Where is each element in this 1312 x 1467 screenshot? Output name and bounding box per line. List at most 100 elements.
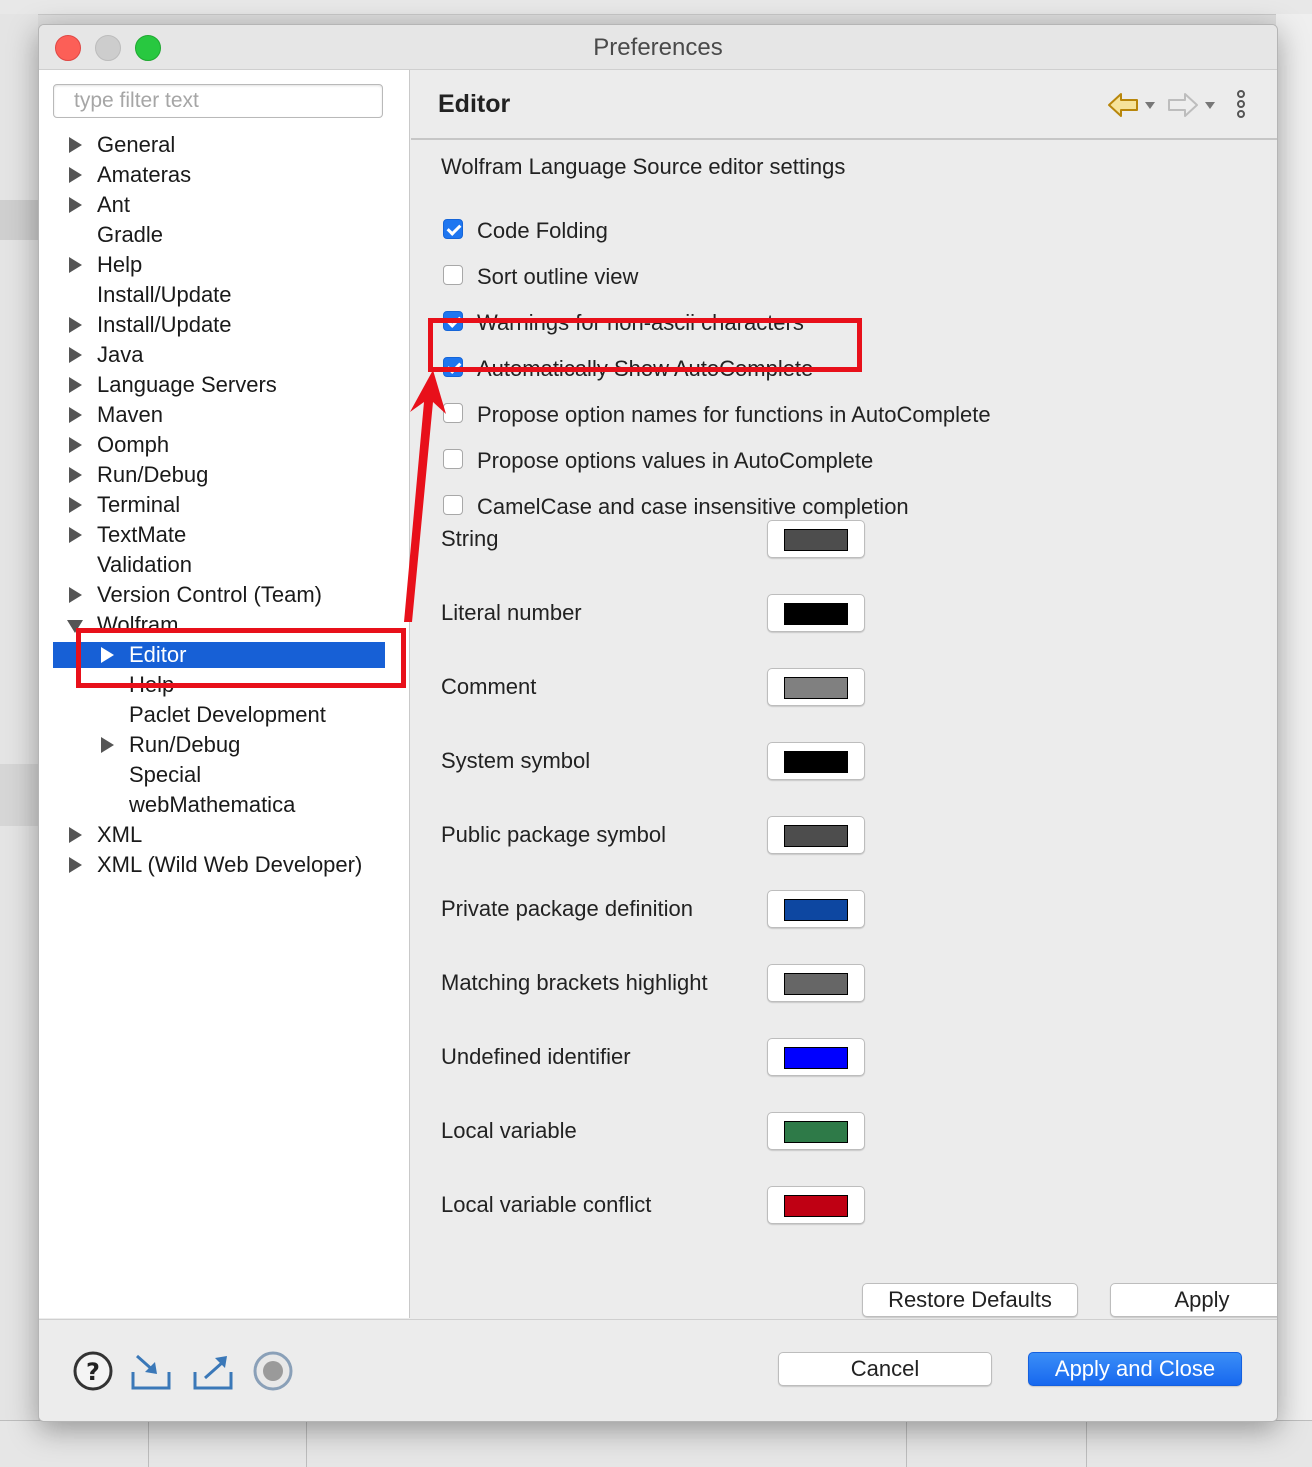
tree-item-label: Oomph: [97, 432, 170, 457]
color-swatch: [784, 1121, 848, 1143]
color-picker-button[interactable]: [767, 816, 865, 854]
export-icon[interactable]: [191, 1350, 235, 1392]
page-title: Editor: [438, 90, 511, 118]
tree-item-label: Run/Debug: [129, 732, 241, 757]
color-setting-label: Local variable conflict: [441, 1192, 652, 1217]
color-swatch: [784, 899, 848, 921]
apply-and-close-button[interactable]: Apply and Close: [1028, 1352, 1242, 1386]
ide-bottom-bar: [0, 1420, 1312, 1467]
expand-triangle-icon[interactable]: [69, 827, 82, 843]
back-dropdown-icon[interactable]: [1145, 102, 1155, 109]
expand-triangle-icon[interactable]: [69, 857, 82, 873]
checkbox-checked[interactable]: [443, 219, 463, 239]
expand-triangle-icon[interactable]: [69, 377, 82, 393]
view-menu-icon[interactable]: [1237, 90, 1247, 122]
tree-item-label: Ant: [97, 192, 131, 217]
expand-triangle-icon[interactable]: [69, 497, 82, 513]
expand-triangle-icon[interactable]: [69, 137, 82, 153]
cancel-button[interactable]: Cancel: [778, 1352, 992, 1386]
import-icon[interactable]: [129, 1350, 173, 1392]
color-picker-button[interactable]: [767, 1038, 865, 1076]
restore-defaults-button[interactable]: Restore Defaults: [862, 1283, 1078, 1317]
expand-triangle-icon[interactable]: [69, 347, 82, 363]
tree-item-label: Validation: [97, 552, 192, 577]
tree-item-label: General: [97, 132, 176, 157]
tree-item-label: Terminal: [97, 492, 181, 517]
expand-triangle-icon[interactable]: [101, 737, 114, 753]
color-setting-label: Local variable: [441, 1118, 577, 1143]
ide-left-block: [0, 764, 38, 826]
tree-item-label: Help: [97, 252, 143, 277]
tree-item-label: Paclet Development: [129, 702, 326, 727]
tree-item-label: webMathematica: [129, 792, 296, 817]
checkbox-unchecked[interactable]: [443, 403, 463, 423]
expand-triangle-icon[interactable]: [69, 407, 82, 423]
color-setting-row: Local variable: [441, 1112, 881, 1152]
tree-item-label: XML: [97, 822, 143, 847]
expand-triangle-icon[interactable]: [69, 587, 82, 603]
color-swatch: [784, 529, 848, 551]
checkbox-label: Code Folding: [477, 218, 608, 243]
color-picker-button[interactable]: [767, 1112, 865, 1150]
settings-title: Wolfram Language Source editor settings: [441, 154, 846, 179]
ide-left-block: [0, 200, 38, 240]
color-picker-button[interactable]: [767, 742, 865, 780]
tree-item-label: Language Servers: [97, 372, 277, 397]
forward-arrow-icon[interactable]: [1167, 92, 1199, 118]
expand-triangle-icon[interactable]: [69, 197, 82, 213]
tree-item-label: Version Control (Team): [97, 582, 322, 607]
tree-item-label: Install/Update: [97, 282, 232, 307]
color-setting-row: Private package definition: [441, 890, 881, 930]
back-arrow-icon[interactable]: [1107, 92, 1139, 118]
color-picker-button[interactable]: [767, 890, 865, 928]
expand-triangle-icon[interactable]: [69, 527, 82, 543]
color-setting-label: Matching brackets highlight: [441, 970, 708, 995]
annotation-highlight-editor: [76, 628, 406, 688]
checkbox-unchecked[interactable]: [443, 449, 463, 469]
tree-item-label: Gradle: [97, 222, 164, 247]
color-swatch: [784, 677, 848, 699]
color-picker-button[interactable]: [767, 1186, 865, 1224]
forward-dropdown-icon[interactable]: [1205, 102, 1215, 109]
tree-item-label: Install/Update: [97, 312, 232, 337]
apply-button[interactable]: Apply: [1110, 1283, 1277, 1317]
color-setting-label: Public package symbol: [441, 822, 667, 847]
checkbox-unchecked[interactable]: [443, 265, 463, 285]
editor-page: Editor Wolfram Language Source editor se…: [411, 70, 1277, 1318]
color-setting-row: Local variable conflict: [441, 1186, 881, 1226]
ide-bottom-cell: [148, 1421, 149, 1467]
color-picker-button[interactable]: [767, 964, 865, 1002]
checkbox-label: CamelCase and case insensitive completio…: [477, 494, 909, 519]
color-setting-label: Private package definition: [441, 896, 693, 921]
color-setting-row: Undefined identifier: [441, 1038, 881, 1078]
color-setting-row: Public package symbol: [441, 816, 881, 856]
record-icon[interactable]: [251, 1350, 295, 1392]
expand-triangle-icon[interactable]: [69, 257, 82, 273]
ide-right-strip: [1276, 14, 1312, 1466]
title-bar: Preferences: [39, 25, 1277, 70]
expand-triangle-icon[interactable]: [69, 167, 82, 183]
checkbox-label: Propose options values in AutoComplete: [477, 448, 874, 473]
expand-triangle-icon[interactable]: [69, 437, 82, 453]
tree-item-label: Run/Debug: [97, 462, 209, 487]
color-setting-label: Undefined identifier: [441, 1044, 631, 1069]
page-header: Editor: [411, 70, 1277, 140]
color-setting-label: Literal number: [441, 600, 582, 625]
expand-triangle-icon[interactable]: [69, 317, 82, 333]
preference-tree-pane: General Amateras Ant Gradle Help Install/Upda…: [39, 70, 410, 1318]
checkbox-label: Propose option names for functions in Au…: [477, 402, 991, 427]
annotation-highlight-autocomplete: [428, 318, 862, 372]
ide-bottom-cell: [306, 1421, 307, 1467]
checkbox-label: Sort outline view: [477, 264, 639, 289]
color-picker-button[interactable]: [767, 668, 865, 706]
color-setting-row: Literal number: [441, 594, 881, 634]
filter-input[interactable]: [53, 84, 383, 118]
expand-triangle-icon[interactable]: [69, 467, 82, 483]
color-picker-button[interactable]: [767, 520, 865, 558]
color-setting-row: Comment: [441, 668, 881, 708]
color-picker-button[interactable]: [767, 594, 865, 632]
checkbox-unchecked[interactable]: [443, 495, 463, 515]
tree-item-label: Amateras: [97, 162, 192, 187]
color-setting-row: System symbol: [441, 742, 881, 782]
help-icon[interactable]: ?: [71, 1350, 115, 1392]
